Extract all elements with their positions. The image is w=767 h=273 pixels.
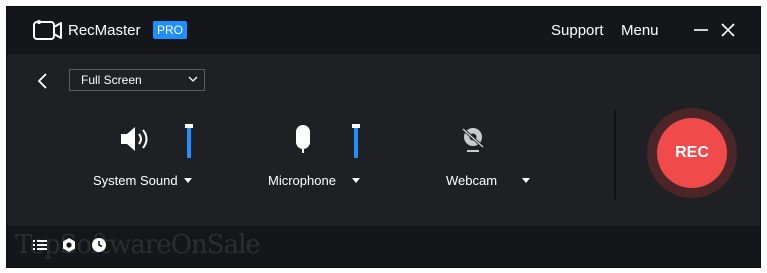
system-sound-volume-slider[interactable]: [185, 123, 193, 158]
divider: [614, 110, 616, 199]
speaker-icon[interactable]: [119, 125, 153, 153]
camera-logo-icon: [33, 20, 62, 40]
watermark: TopSoftwareOnSale: [15, 230, 261, 260]
microphone-label[interactable]: Microphone: [268, 173, 336, 188]
app-title: RecMaster: [68, 22, 141, 39]
system-sound-label[interactable]: System Sound: [93, 173, 178, 188]
minimize-icon[interactable]: [691, 20, 711, 40]
rec-button[interactable]: REC: [657, 118, 727, 188]
webcam-dropdown-icon[interactable]: [522, 178, 530, 183]
microphone-icon[interactable]: [294, 124, 312, 154]
microphone-volume-slider[interactable]: [352, 123, 360, 158]
pro-badge: PRO: [153, 21, 188, 39]
capture-mode-select[interactable]: Full Screen: [69, 69, 205, 91]
webcam-label[interactable]: Webcam: [446, 173, 497, 188]
system-sound-volume-fill: [187, 125, 191, 158]
list-icon[interactable]: [32, 237, 48, 253]
schedule-clock-icon[interactable]: [91, 237, 107, 253]
capture-mode-value: Full Screen: [81, 73, 142, 87]
support-link[interactable]: Support: [551, 22, 604, 39]
webcam-off-icon[interactable]: [459, 125, 487, 153]
system-sound-dropdown-icon[interactable]: [184, 178, 192, 183]
system-sound-volume-handle[interactable]: [185, 123, 193, 128]
title-bar: RecMaster PRO Support Menu: [7, 7, 760, 54]
close-icon[interactable]: [718, 20, 738, 40]
microphone-volume-fill: [354, 125, 358, 158]
bottom-bar: TopSoftwareOnSale: [7, 226, 760, 267]
back-arrow-icon[interactable]: [35, 71, 51, 91]
settings-gear-icon[interactable]: [61, 237, 77, 253]
app-window: RecMaster PRO Support Menu Full Screen S…: [6, 6, 761, 268]
menu-link[interactable]: Menu: [621, 22, 659, 39]
microphone-dropdown-icon[interactable]: [352, 178, 360, 183]
microphone-volume-handle[interactable]: [352, 123, 360, 128]
chevron-down-icon: [188, 76, 198, 82]
